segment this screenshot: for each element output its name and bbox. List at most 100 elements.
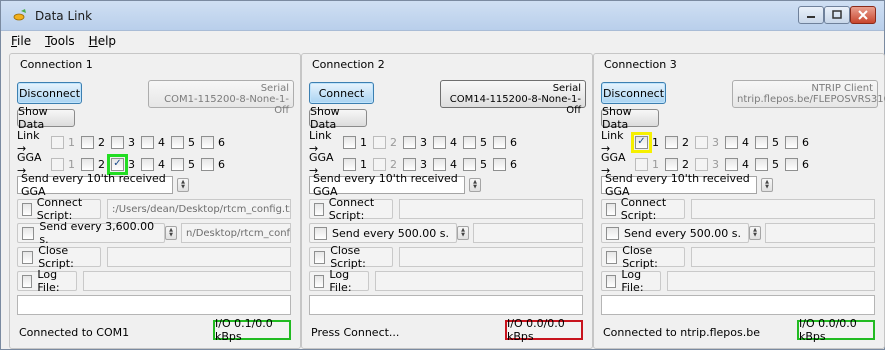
gga-option-1[interactable]: 1 [343, 157, 367, 171]
gga-option-5[interactable]: 5 [755, 157, 779, 171]
gga-option-6[interactable]: 6 [201, 157, 225, 171]
link-checkbox-3[interactable] [111, 135, 124, 149]
link-option-2[interactable]: 2 [665, 135, 689, 149]
connection-settings-button[interactable]: NTRIP Client ntrip.flepos.be/FLEPOSVRS31… [732, 80, 885, 108]
connection-settings-button[interactable]: Serial COM14-115200-8-None-1-Off [440, 80, 586, 116]
close-script-path[interactable] [691, 247, 875, 267]
link-option-1[interactable]: 1 [343, 135, 367, 149]
disconnect-button[interactable]: Disconnect [17, 82, 82, 104]
connect-script-path[interactable] [399, 199, 583, 219]
log-file-toggle[interactable]: Log File: [309, 268, 369, 294]
link-option-4[interactable]: 4 [433, 135, 457, 149]
gga-checkbox-3[interactable]: ✓ [107, 153, 128, 175]
log-file-path[interactable] [375, 271, 583, 291]
show-data-button[interactable]: Show Data [17, 105, 75, 131]
title-bar[interactable]: Data Link [1, 1, 884, 31]
connect-script-checkbox[interactable] [606, 202, 616, 216]
gga-option-5[interactable]: 5 [171, 157, 195, 171]
gga-send-spinner[interactable]: ▲ ▼ [177, 178, 189, 192]
link-option-6[interactable]: 6 [493, 135, 517, 149]
message-field[interactable] [17, 295, 291, 315]
message-field[interactable] [309, 295, 583, 315]
connect-button[interactable]: Connect [309, 82, 374, 104]
gga-send-select[interactable]: Send every 10'th received GGA [309, 172, 465, 198]
link-option-6[interactable]: 6 [785, 135, 809, 149]
link-checkbox-6[interactable] [493, 135, 506, 149]
link-checkbox-4[interactable] [725, 135, 738, 149]
link-checkbox-2[interactable] [81, 135, 94, 149]
menu-file[interactable]: File [11, 34, 31, 48]
send-every-spinner[interactable]: ▲ ▼ [749, 226, 761, 240]
log-file-path[interactable] [83, 271, 291, 291]
link-checkbox-2[interactable] [665, 135, 678, 149]
gga-option-5[interactable]: 5 [463, 157, 487, 171]
log-file-checkbox[interactable] [606, 274, 617, 288]
link-checkbox-5[interactable] [755, 135, 768, 149]
menu-tools[interactable]: Tools [45, 34, 75, 48]
send-every-path[interactable]: n/Desktop/rtcm_config.txt [181, 223, 291, 243]
close-script-path[interactable] [399, 247, 583, 267]
send-every-path[interactable] [473, 223, 583, 243]
message-field[interactable] [601, 295, 875, 315]
gga-checkbox-5[interactable] [171, 157, 184, 171]
close-script-toggle[interactable]: Close Script: [17, 244, 101, 270]
close-script-toggle[interactable]: Close Script: [309, 244, 393, 270]
link-option-5[interactable]: 5 [463, 135, 487, 149]
show-data-button[interactable]: Show Data [601, 105, 659, 131]
gga-option-4[interactable]: 4 [725, 157, 749, 171]
gga-option-4[interactable]: 4 [433, 157, 457, 171]
log-file-checkbox[interactable] [22, 274, 33, 288]
close-button[interactable] [850, 6, 876, 24]
send-every-toggle[interactable]: Send every 500.00 s. [309, 223, 457, 243]
link-option-5[interactable]: 5 [755, 135, 779, 149]
gga-option-2[interactable]: 2 [665, 157, 689, 171]
gga-option-6[interactable]: 6 [785, 157, 809, 171]
link-option-4[interactable]: 4 [141, 135, 165, 149]
gga-send-select[interactable]: Send every 10'th received GGA [601, 172, 757, 198]
gga-option-3[interactable]: 3 [403, 157, 427, 171]
send-every-checkbox[interactable] [22, 226, 35, 240]
connect-script-checkbox[interactable] [314, 202, 324, 216]
menu-help[interactable]: Help [89, 34, 116, 48]
send-every-checkbox[interactable] [314, 226, 327, 240]
link-option-6[interactable]: 6 [201, 135, 225, 149]
gga-checkbox-4[interactable] [141, 157, 154, 171]
connect-script-path[interactable]: :/Users/dean/Desktop/rtcm_config.txt [107, 199, 291, 219]
send-every-toggle[interactable]: Send every 3,600.00 s. [17, 220, 165, 246]
send-every-checkbox[interactable] [606, 226, 619, 240]
gga-checkbox-3[interactable] [403, 157, 416, 171]
gga-option-3[interactable]: ✓ 3 [107, 153, 135, 175]
link-checkbox-4[interactable] [141, 135, 154, 149]
close-script-checkbox[interactable] [22, 250, 34, 264]
disconnect-button[interactable]: Disconnect [601, 82, 666, 104]
connect-script-checkbox[interactable] [22, 202, 32, 216]
link-checkbox-6[interactable] [785, 135, 798, 149]
gga-checkbox-5[interactable] [755, 157, 768, 171]
log-file-checkbox[interactable] [314, 274, 325, 288]
gga-option-6[interactable]: 6 [493, 157, 517, 171]
link-option-2[interactable]: 2 [81, 135, 105, 149]
close-script-path[interactable] [107, 247, 291, 267]
connection-settings-button[interactable]: Serial COM1-115200-8-None-1-Off [148, 80, 294, 116]
gga-send-spinner[interactable]: ▲ ▼ [761, 178, 773, 192]
connect-script-toggle[interactable]: Connect Script: [601, 196, 685, 222]
link-option-3[interactable]: 3 [403, 135, 427, 149]
gga-send-select[interactable]: Send every 10'th received GGA [17, 172, 173, 198]
log-file-path[interactable] [667, 271, 875, 291]
log-file-toggle[interactable]: Log File: [601, 268, 661, 294]
link-checkbox-5[interactable] [463, 135, 476, 149]
connect-script-path[interactable] [691, 199, 875, 219]
gga-checkbox-1[interactable] [343, 157, 356, 171]
link-checkbox-1[interactable]: ✓ [631, 131, 652, 153]
close-script-toggle[interactable]: Close Script: [601, 244, 685, 270]
log-file-toggle[interactable]: Log File: [17, 268, 77, 294]
send-every-toggle[interactable]: Send every 500.00 s. [601, 223, 749, 243]
connect-script-toggle[interactable]: Connect Script: [17, 196, 101, 222]
gga-checkbox-6[interactable] [493, 157, 506, 171]
link-checkbox-1[interactable] [343, 135, 356, 149]
gga-checkbox-5[interactable] [463, 157, 476, 171]
minimize-button[interactable] [798, 6, 824, 24]
maximize-button[interactable] [824, 6, 850, 24]
close-script-checkbox[interactable] [606, 250, 618, 264]
gga-checkbox-4[interactable] [433, 157, 446, 171]
